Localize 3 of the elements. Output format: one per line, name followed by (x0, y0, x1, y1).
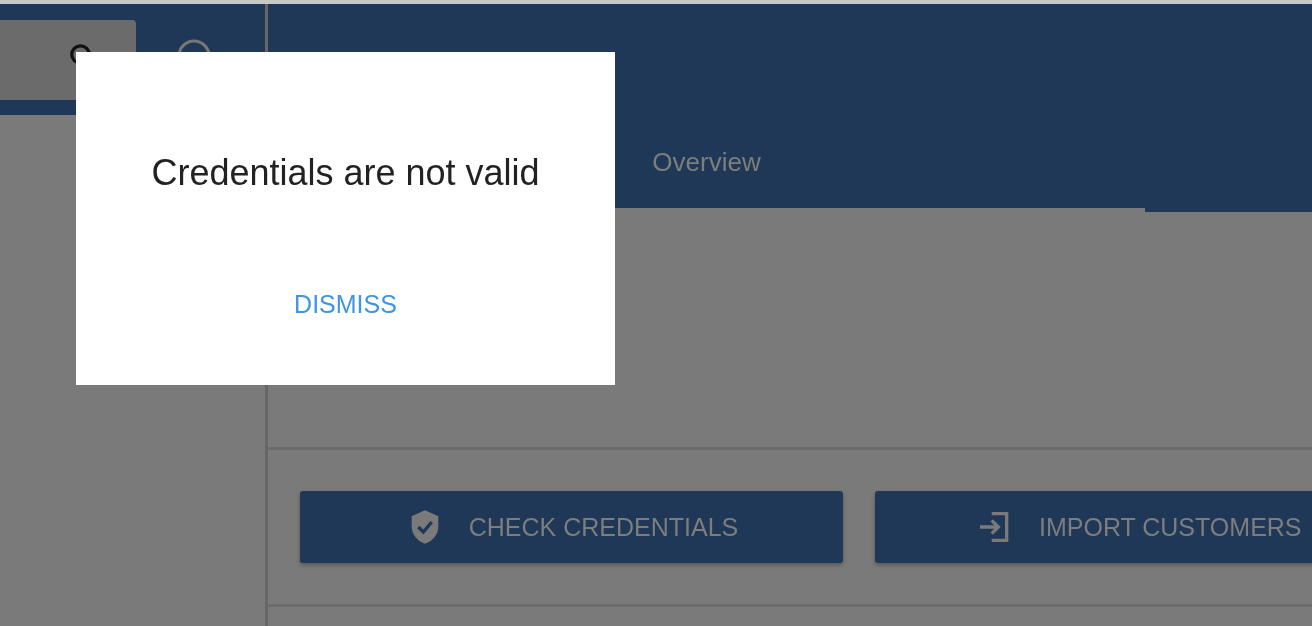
dismiss-button[interactable]: DISMISS (286, 286, 405, 323)
action-button[interactable]: IMPORT CUSTOMERS (875, 491, 1312, 563)
action-button[interactable]: CHECK CREDENTIALS (300, 491, 843, 563)
